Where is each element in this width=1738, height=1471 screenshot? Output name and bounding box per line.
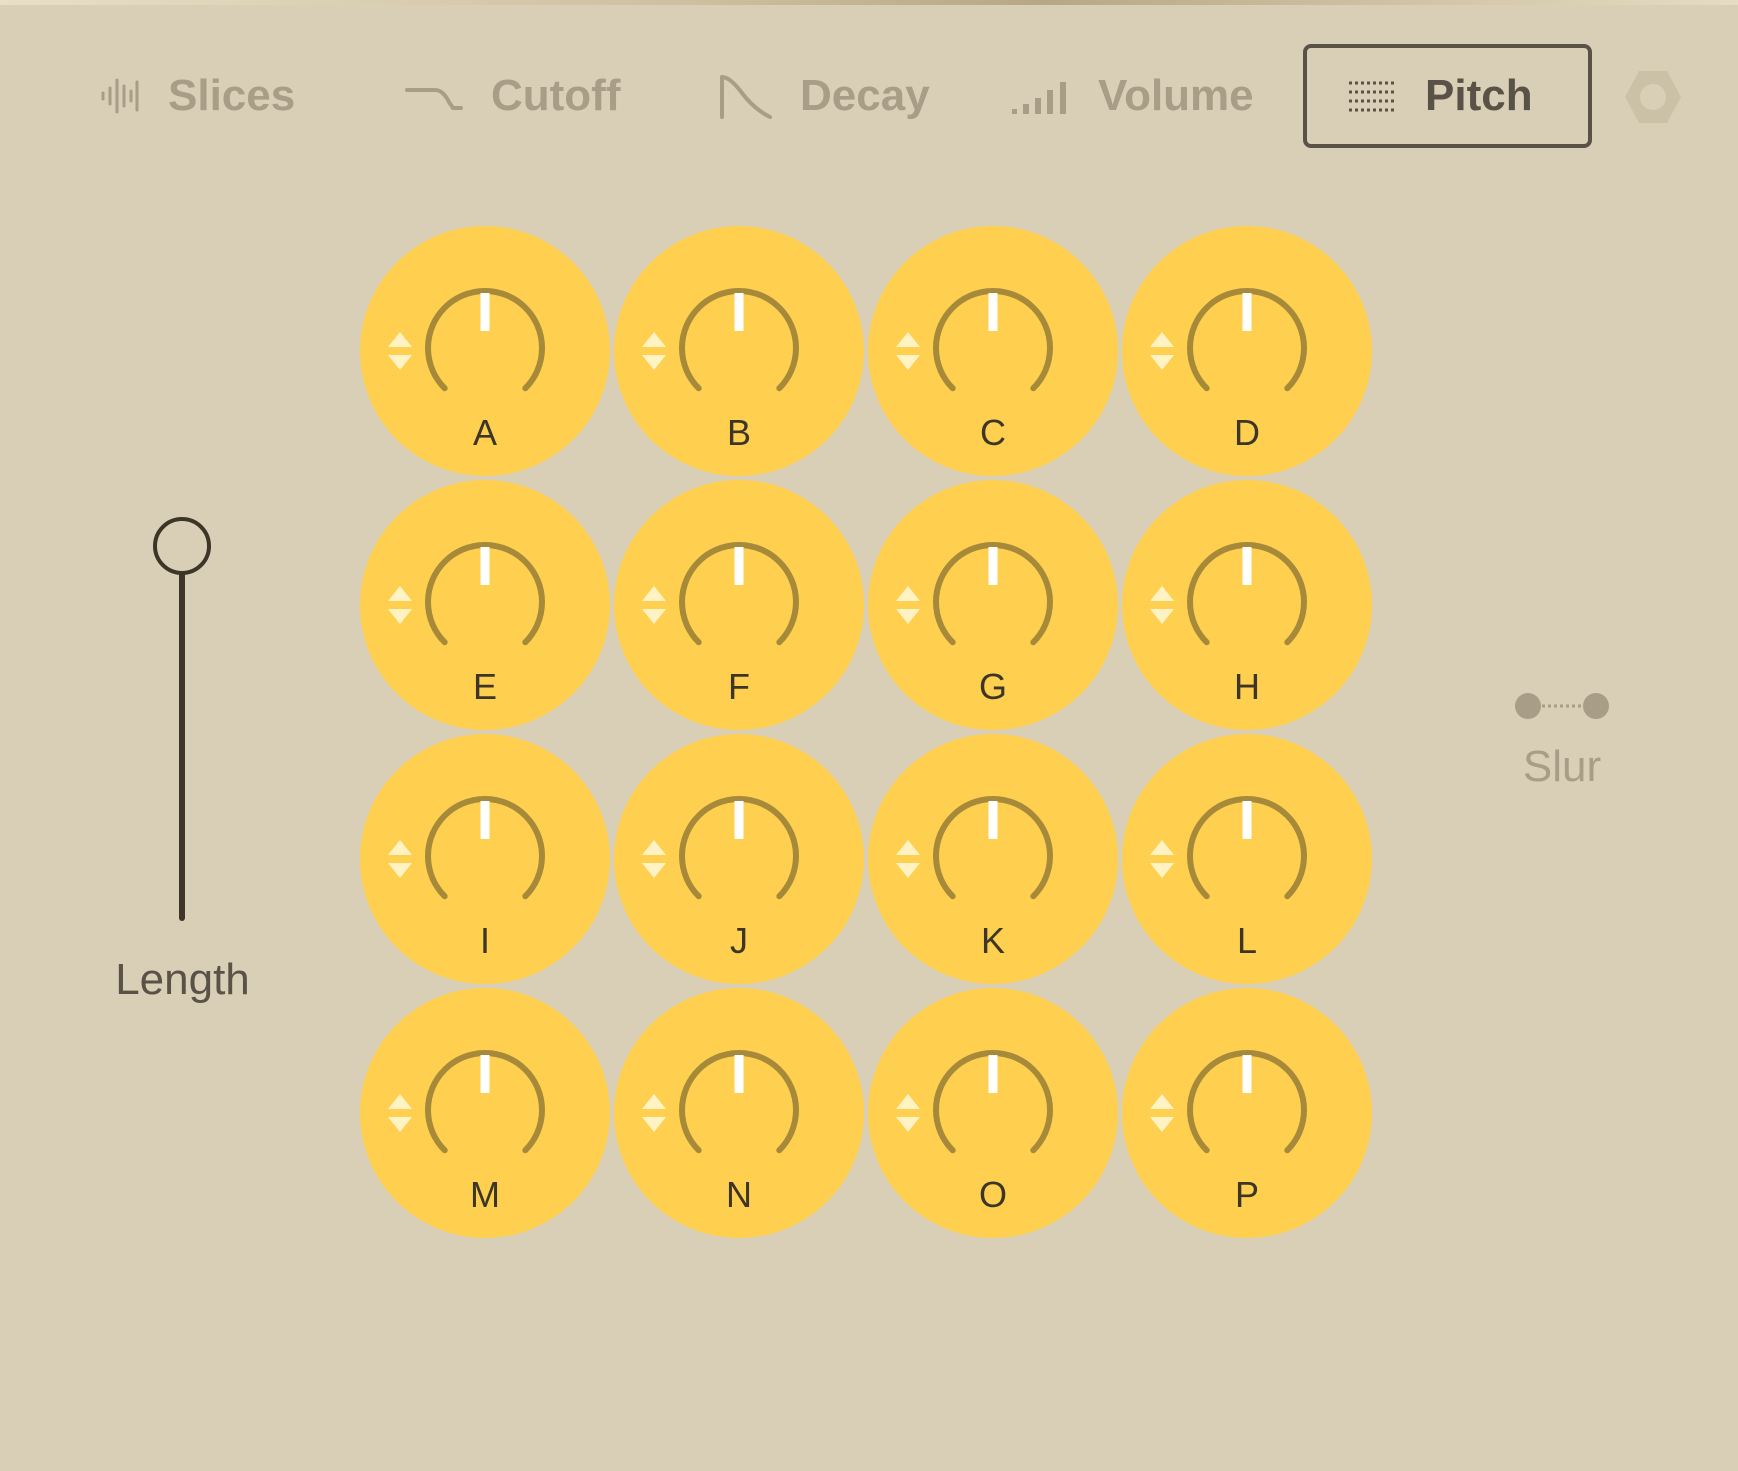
- up-down-arrows-icon[interactable]: [895, 584, 921, 626]
- pad-label: L: [1236, 920, 1258, 961]
- up-down-arrows-icon[interactable]: [1149, 838, 1175, 880]
- pitch-knob[interactable]: [415, 538, 555, 658]
- up-down-arrows-icon[interactable]: [387, 1092, 413, 1134]
- length-label: Length: [115, 955, 250, 1004]
- decay-envelope-icon: [718, 73, 772, 119]
- pad-label: D: [1234, 412, 1260, 453]
- pad-m[interactable]: M: [360, 988, 610, 1238]
- hexagon-settings-icon[interactable]: [1622, 66, 1684, 128]
- pad-n[interactable]: N: [614, 988, 864, 1238]
- pad-o[interactable]: O: [868, 988, 1118, 1238]
- tab-slices[interactable]: Slices: [100, 44, 295, 148]
- pad-label: G: [978, 666, 1007, 707]
- pad-label: I: [479, 920, 490, 961]
- up-down-arrows-icon[interactable]: [641, 1092, 667, 1134]
- pitch-knob[interactable]: [1177, 792, 1317, 912]
- pad-l[interactable]: L: [1122, 734, 1372, 984]
- pad-e[interactable]: E: [360, 480, 610, 730]
- pitch-knob[interactable]: [669, 284, 809, 404]
- pad-g[interactable]: G: [868, 480, 1118, 730]
- pad-k[interactable]: K: [868, 734, 1118, 984]
- tab-pitch[interactable]: Pitch: [1303, 44, 1592, 148]
- pitch-knob[interactable]: [923, 538, 1063, 658]
- pitch-knob[interactable]: [923, 284, 1063, 404]
- up-down-arrows-icon[interactable]: [1149, 1092, 1175, 1134]
- top-border-strip: [0, 0, 1738, 5]
- tab-volume[interactable]: Volume: [1010, 44, 1254, 148]
- pad-label: A: [472, 412, 497, 453]
- length-slider[interactable]: [140, 510, 225, 930]
- pad-i[interactable]: I: [360, 734, 610, 984]
- pad-h[interactable]: H: [1122, 480, 1372, 730]
- slur-label: Slur: [1522, 742, 1602, 791]
- pad-label: M: [470, 1174, 500, 1215]
- up-down-arrows-icon[interactable]: [387, 838, 413, 880]
- pitch-knob[interactable]: [923, 792, 1063, 912]
- pad-p[interactable]: P: [1122, 988, 1372, 1238]
- pad-label: C: [980, 412, 1006, 453]
- pitch-knob[interactable]: [669, 792, 809, 912]
- length-slider-handle: [153, 517, 211, 575]
- pitch-lines-icon: [1347, 79, 1397, 113]
- up-down-arrows-icon[interactable]: [387, 330, 413, 372]
- tab-cutoff-label: Cutoff: [491, 71, 621, 120]
- pad-label: K: [980, 920, 1005, 961]
- tab-volume-label: Volume: [1098, 71, 1254, 120]
- tab-decay[interactable]: Decay: [718, 44, 930, 148]
- pad-a[interactable]: A: [360, 226, 610, 476]
- pitch-knob[interactable]: [1177, 1046, 1317, 1166]
- pitch-knob[interactable]: [669, 538, 809, 658]
- up-down-arrows-icon[interactable]: [641, 330, 667, 372]
- pad-label: B: [726, 412, 751, 453]
- up-down-arrows-icon[interactable]: [1149, 330, 1175, 372]
- tab-pitch-label: Pitch: [1425, 71, 1533, 120]
- up-down-arrows-icon[interactable]: [387, 584, 413, 626]
- pad-j[interactable]: J: [614, 734, 864, 984]
- pad-b[interactable]: B: [614, 226, 864, 476]
- up-down-arrows-icon[interactable]: [895, 330, 921, 372]
- pad-label: F: [728, 666, 750, 707]
- parameter-tab-bar: Slices Cutoff Decay Volume Pitch: [0, 44, 1738, 148]
- pad-label: N: [726, 1174, 752, 1215]
- pitch-knob[interactable]: [669, 1046, 809, 1166]
- pitch-editor-panel: Slices Cutoff Decay Volume Pitch Length …: [0, 0, 1738, 1471]
- pitch-knob[interactable]: [415, 1046, 555, 1166]
- tab-cutoff[interactable]: Cutoff: [405, 44, 621, 148]
- pad-c[interactable]: C: [868, 226, 1118, 476]
- tab-slices-label: Slices: [168, 71, 296, 120]
- tab-decay-label: Decay: [800, 71, 930, 120]
- pad-f[interactable]: F: [614, 480, 864, 730]
- up-down-arrows-icon[interactable]: [895, 1092, 921, 1134]
- slur-icon[interactable]: [1512, 690, 1612, 722]
- up-down-arrows-icon[interactable]: [895, 838, 921, 880]
- pad-label: E: [472, 666, 497, 707]
- pad-label: P: [1234, 1174, 1259, 1215]
- volume-bars-icon: [1010, 76, 1070, 116]
- pad-d[interactable]: D: [1122, 226, 1372, 476]
- pitch-knob[interactable]: [415, 792, 555, 912]
- pad-label: J: [730, 920, 748, 961]
- pad-label: O: [978, 1174, 1007, 1215]
- pitch-knob[interactable]: [415, 284, 555, 404]
- pitch-knob[interactable]: [1177, 538, 1317, 658]
- up-down-arrows-icon[interactable]: [641, 584, 667, 626]
- waveform-icon: [100, 76, 140, 116]
- cutoff-curve-icon: [405, 76, 463, 116]
- pitch-knob[interactable]: [1177, 284, 1317, 404]
- up-down-arrows-icon[interactable]: [641, 838, 667, 880]
- up-down-arrows-icon[interactable]: [1149, 584, 1175, 626]
- pad-grid: A B C D E F G H I J K L M N O P: [360, 226, 1376, 1242]
- pad-label: H: [1234, 666, 1260, 707]
- pitch-knob[interactable]: [923, 1046, 1063, 1166]
